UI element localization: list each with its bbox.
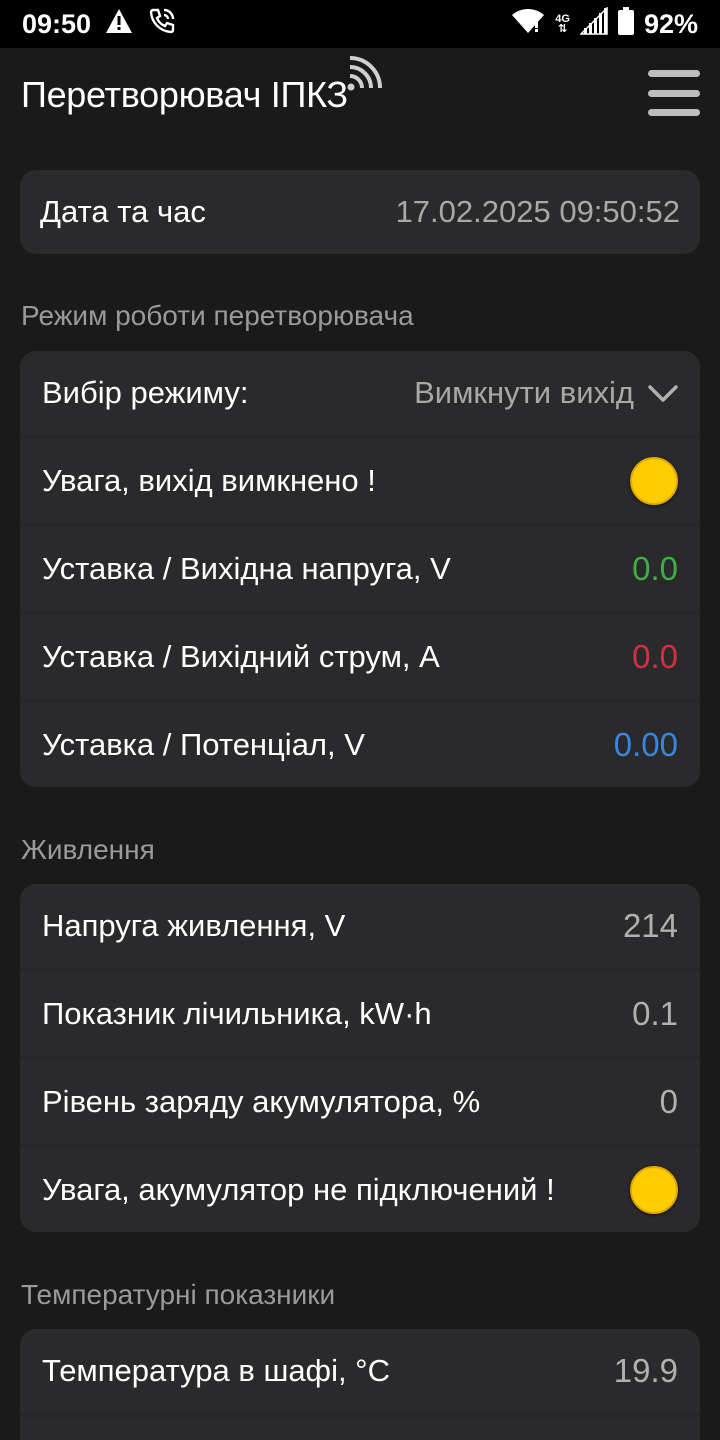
datetime-label: Дата та час	[40, 194, 206, 229]
supply-voltage-label: Напруга живлення, V	[42, 908, 346, 943]
datetime-card: Дата та час 17.02.2025 09:50:52	[20, 170, 700, 254]
supply-voltage-value: 214	[622, 907, 678, 944]
phone-wifi-call-icon	[147, 6, 177, 43]
mode-select-value: Вимкнути вихід	[414, 375, 634, 410]
battery-level-value: 0	[659, 1083, 678, 1120]
setpoint-potential-value: 0.00	[613, 726, 678, 763]
setpoint-current-value: 0.0	[632, 638, 678, 675]
temp-card: Температура в шафі, °C 19.9	[20, 1329, 700, 1440]
temp-section-title: Температурні показники	[21, 1279, 336, 1310]
meter-reading-value: 0.1	[632, 995, 678, 1032]
setpoint-current-label: Уставка / Вихідний струм, A	[42, 639, 440, 674]
warning-indicator-icon	[630, 1166, 678, 1214]
output-warning-row: Увага, вихід вимкнено !	[20, 439, 700, 523]
supply-voltage-row: Напруга живлення, V 214	[20, 884, 700, 968]
meter-reading-row: Показник лічильника, kW·h 0.1	[20, 972, 700, 1056]
power-section-title: Живлення	[21, 834, 155, 865]
mode-select-label: Вибір режиму:	[42, 375, 249, 410]
setpoint-voltage-label: Уставка / Вихідна напруга, V	[42, 551, 451, 586]
battery-icon	[617, 6, 634, 42]
hamburger-menu-icon[interactable]	[648, 70, 700, 116]
mode-section-title: Режим роботи перетворювача	[21, 300, 414, 331]
warning-indicator-icon	[630, 457, 678, 505]
battery-warning-label: Увага, акумулятор не підключений !	[42, 1172, 555, 1207]
cabinet-temp-label: Температура в шафі, °C	[42, 1353, 390, 1388]
network-4g-icon: 4G ⇅	[555, 13, 570, 35]
mode-card: Вибір режиму: Вимкнути вихід Увага, вихі…	[20, 351, 700, 787]
network-type: 4G	[555, 13, 570, 25]
battery-level-label: Рівень заряду акумулятора, %	[42, 1084, 481, 1119]
signal-icon	[579, 5, 608, 42]
cabinet-temp-value: 19.9	[613, 1352, 678, 1389]
setpoint-voltage-row[interactable]: Уставка / Вихідна напруга, V 0.0	[20, 527, 700, 611]
setpoint-voltage-value: 0.0	[632, 550, 678, 587]
cabinet-temp-row: Температура в шафі, °C 19.9	[20, 1329, 700, 1413]
next-row-partial	[20, 1417, 700, 1440]
app-bar: Перетворювач ІПКЗ	[0, 48, 720, 140]
status-bar: 09:50 4G ⇅ 92%	[0, 0, 720, 48]
setpoint-current-row[interactable]: Уставка / Вихідний струм, A 0.0	[20, 615, 700, 699]
warning-icon	[105, 8, 133, 41]
mode-select-value-wrap[interactable]: Вимкнути вихід	[414, 375, 678, 411]
battery-level-row: Рівень заряду акумулятора, % 0	[20, 1060, 700, 1144]
meter-reading-label: Показник лічильника, kW·h	[42, 996, 432, 1031]
clock: 09:50	[22, 8, 92, 39]
wifi-icon	[511, 7, 545, 42]
app-title: Перетворювач ІПКЗ	[21, 74, 348, 115]
power-card: Напруга живлення, V 214 Показник лічильн…	[20, 884, 700, 1232]
datetime-value: 17.02.2025 09:50:52	[395, 194, 680, 229]
setpoint-potential-label: Уставка / Потенціал, V	[42, 727, 365, 762]
battery-percent: 92%	[643, 8, 698, 39]
chevron-down-icon	[648, 375, 678, 411]
mode-select[interactable]: Вибір режиму: Вимкнути вихід	[20, 351, 700, 435]
output-warning-label: Увага, вихід вимкнено !	[42, 463, 376, 498]
battery-warning-row: Увага, акумулятор не підключений !	[20, 1148, 700, 1232]
setpoint-potential-row[interactable]: Уставка / Потенціал, V 0.00	[20, 703, 700, 787]
wireless-signal-icon	[346, 56, 382, 97]
